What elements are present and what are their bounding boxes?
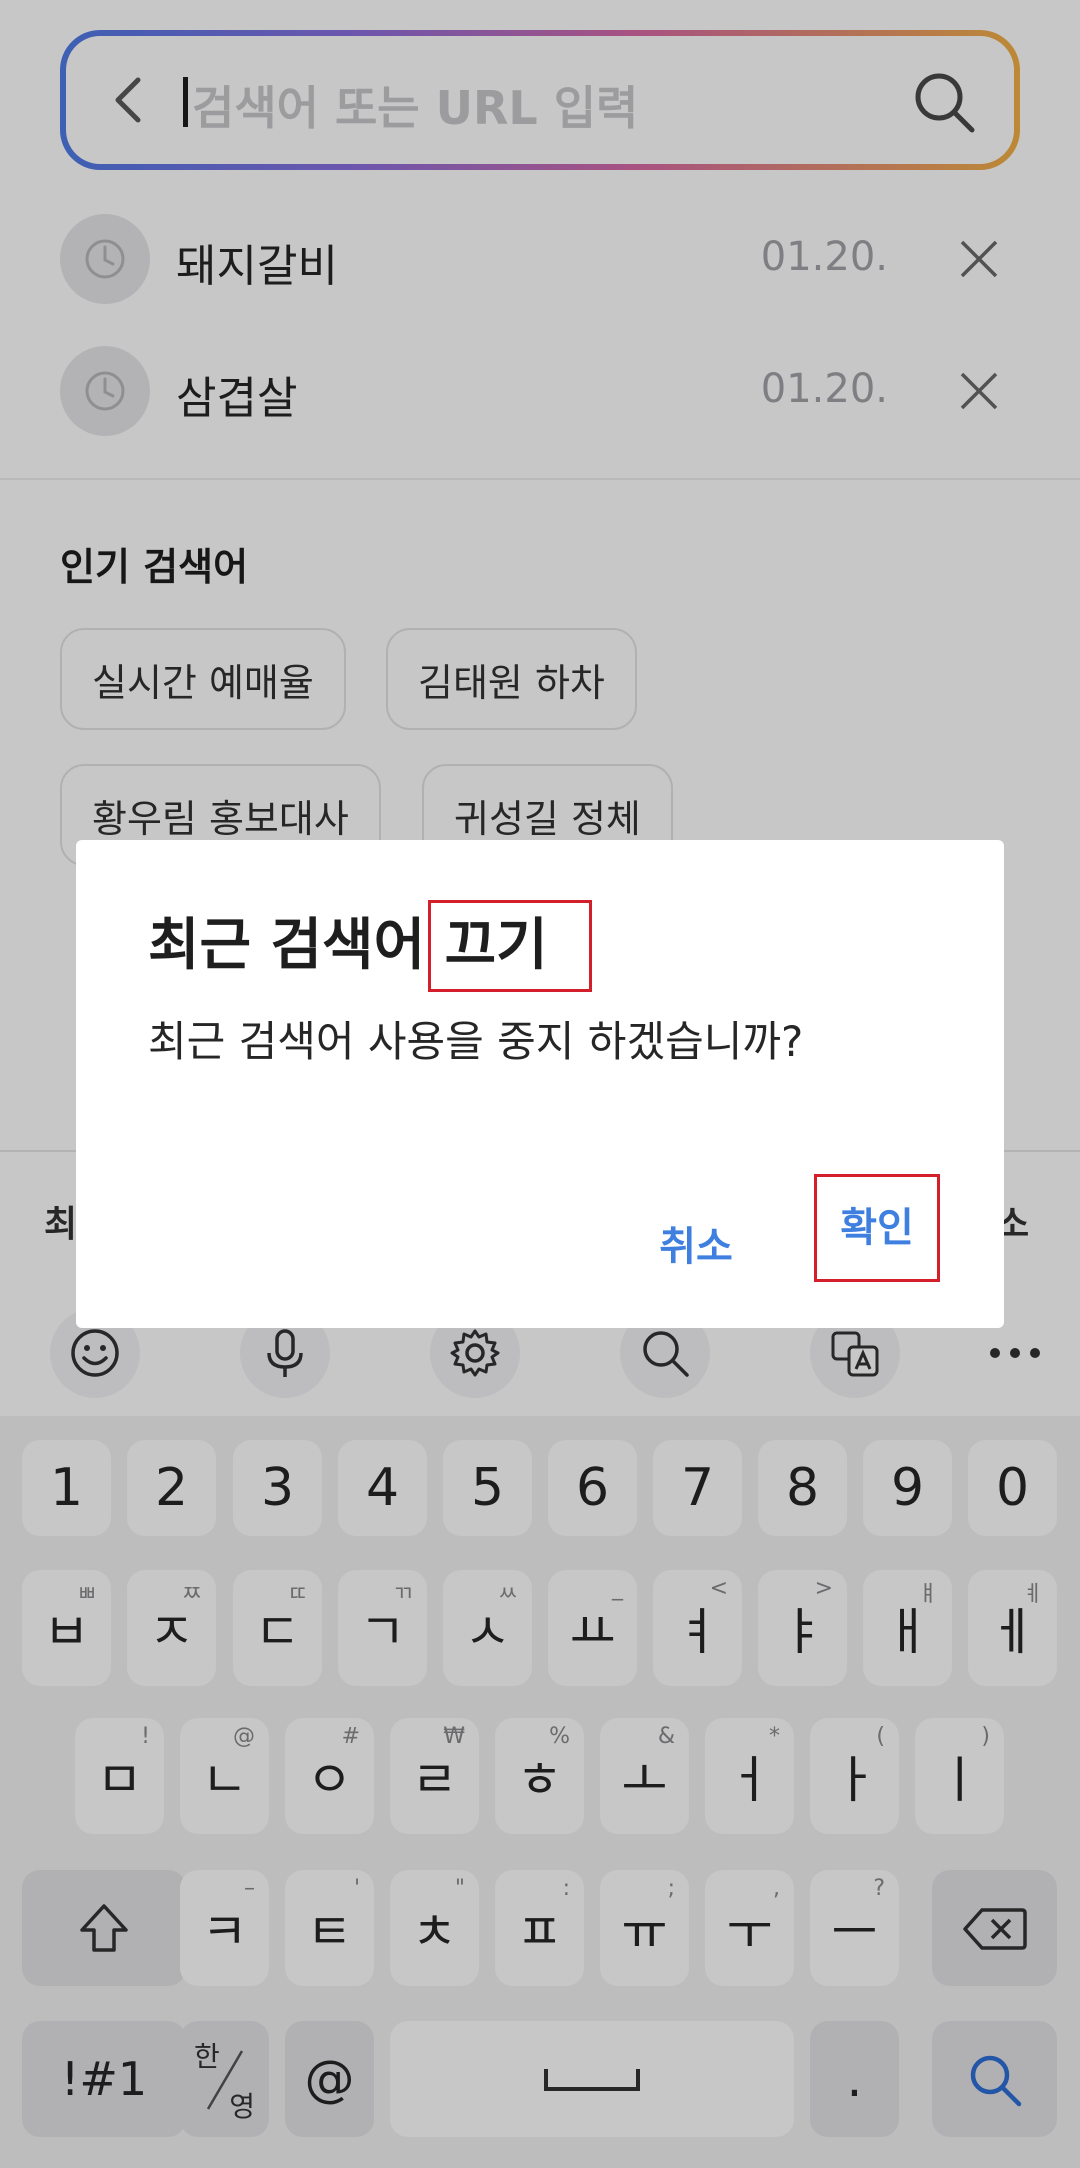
turn-off-recent-searches-dialog: 최근 검색어 끄기 최근 검색어 사용을 중지 하겠습니까? 취소 확인 (76, 840, 1004, 1328)
annotation-highlight-box (428, 900, 592, 992)
cancel-button[interactable]: 취소 (636, 1210, 756, 1284)
dialog-message: 최근 검색어 사용을 중지 하겠습니까? (148, 1017, 804, 1066)
confirm-button[interactable]: 확인 (814, 1174, 940, 1282)
